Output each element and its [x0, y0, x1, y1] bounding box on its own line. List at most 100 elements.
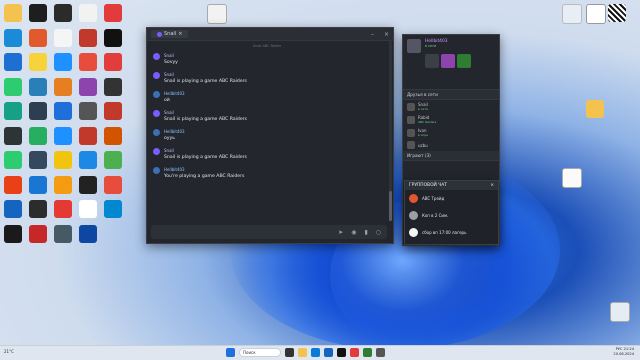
app-icon[interactable] [4, 224, 22, 243]
app-icon[interactable] [54, 200, 72, 218]
friend-row[interactable]: uzbu [403, 139, 499, 151]
system-tray[interactable]: РУС 21:24 20.06.2024 [613, 347, 634, 357]
app-icon[interactable] [54, 224, 72, 243]
clock-date[interactable]: 20.06.2024 [613, 352, 634, 356]
avatar[interactable] [153, 129, 160, 136]
app-icon[interactable] [104, 151, 122, 169]
app-icon[interactable] [79, 224, 97, 243]
message-author[interactable]: Snail [164, 148, 174, 153]
message-item[interactable]: Hellbit403 You're playing a game ABC Raid… [153, 166, 381, 179]
message-author[interactable]: Snail [164, 72, 174, 77]
avatar[interactable] [153, 167, 160, 174]
document-icon[interactable] [207, 4, 227, 24]
weather-widget[interactable]: 21°C [4, 349, 14, 354]
app-icon[interactable] [104, 77, 122, 96]
app-icon[interactable] [4, 53, 22, 71]
avatar[interactable] [153, 110, 160, 117]
message-item[interactable]: Hellbit403 ой [153, 90, 381, 103]
close-icon[interactable]: × [178, 31, 182, 37]
app-icon[interactable] [54, 102, 72, 120]
minimize-icon[interactable]: – [371, 31, 374, 38]
avatar[interactable] [153, 148, 160, 155]
friend-row[interactable]: Rabid ABC Raiders [403, 113, 499, 126]
friend-row[interactable]: Snail в сети [403, 100, 499, 113]
close-icon[interactable]: × [490, 183, 494, 188]
app-icon[interactable] [4, 102, 22, 120]
app-icon[interactable] [54, 4, 72, 22]
app-icon[interactable] [79, 4, 97, 22]
doc-icon[interactable] [54, 28, 72, 47]
app-icon[interactable] [54, 175, 72, 194]
message-author[interactable]: Hellbit403 [164, 167, 185, 172]
app-icon[interactable] [79, 53, 97, 71]
app-icon[interactable] [29, 53, 47, 71]
message-list[interactable]: Snail ABC Rader Snail Sovyy Snail Snail is … [147, 41, 387, 221]
tab-chat[interactable]: Snail × [151, 30, 189, 38]
language-indicator[interactable]: РУС [616, 347, 623, 351]
app-icon[interactable] [4, 200, 22, 218]
steam-icon[interactable] [337, 348, 346, 357]
app-icon[interactable] [4, 28, 22, 47]
edge-icon[interactable] [311, 348, 320, 357]
message-item[interactable]: Snail Snail is playing a game ABC Raiders [153, 109, 381, 122]
message-author[interactable]: Hellbit403 [164, 91, 185, 96]
message-author[interactable]: Hellbit403 [164, 129, 185, 134]
message-item[interactable]: Snail Snail is playing a game ABC Raiders [153, 71, 381, 84]
recycle-bin-icon[interactable] [610, 302, 630, 322]
app-icon[interactable] [29, 4, 47, 22]
send-icon[interactable]: ➤ [338, 229, 343, 236]
app-icon[interactable] [29, 28, 47, 47]
qr-code-icon[interactable] [608, 4, 626, 22]
close-icon[interactable]: × [384, 31, 389, 38]
taskview-icon[interactable] [285, 348, 294, 357]
app-icon[interactable] [104, 28, 122, 47]
app-icon[interactable] [363, 348, 372, 357]
app-icon[interactable] [54, 77, 72, 96]
avatar[interactable] [153, 91, 160, 98]
app-icon[interactable] [79, 175, 97, 194]
app-icon[interactable] [4, 126, 22, 145]
game-tile[interactable] [457, 54, 471, 68]
app-icon[interactable] [4, 151, 22, 169]
app-icon[interactable] [4, 175, 22, 194]
avatar[interactable] [153, 53, 160, 60]
emoji-icon[interactable]: ○ [376, 229, 381, 236]
game-tile[interactable] [441, 54, 455, 68]
app-icon[interactable] [29, 77, 47, 96]
app-icon[interactable] [79, 102, 97, 120]
app-icon[interactable] [104, 4, 122, 22]
qr-code-icon[interactable] [586, 4, 606, 24]
app-icon[interactable] [79, 126, 97, 145]
app-icon[interactable] [79, 200, 97, 218]
app-icon[interactable] [376, 348, 385, 357]
start-icon[interactable] [226, 348, 235, 357]
app-icon[interactable] [54, 151, 72, 169]
message-composer[interactable]: ➤ ◉ ▮ ○ [151, 225, 387, 239]
opera-icon[interactable] [350, 348, 359, 357]
app-icon[interactable] [104, 126, 122, 145]
app-icon[interactable] [4, 77, 22, 96]
section-friends-online[interactable]: Друзья в сети [403, 90, 499, 100]
section-playing[interactable]: Играют (3) [403, 151, 499, 161]
clock-time[interactable]: 21:24 [624, 347, 634, 351]
chat-titlebar[interactable]: Snail × – × [147, 28, 393, 41]
group-chat-item[interactable]: сбор вп 17:00 лагерь [405, 224, 498, 241]
app-icon[interactable] [104, 102, 122, 120]
app-icon[interactable] [29, 175, 47, 194]
explorer-icon[interactable] [298, 348, 307, 357]
message-item[interactable]: Snail Snail is playing a game ABC Raiders [153, 147, 381, 160]
group-chat-popup[interactable]: ГРУППОВОЙ ЧАТ × ABC Трейд Коп в 2 Сим. сбо… [404, 180, 499, 245]
scrollbar-thumb[interactable] [389, 191, 392, 221]
store-icon[interactable] [324, 348, 333, 357]
friend-row[interactable]: Ivan в игре [403, 126, 499, 139]
avatar[interactable] [153, 72, 160, 79]
app-icon[interactable] [29, 126, 47, 145]
chat-window[interactable]: Snail × – × Snail ABC Rader Snail Sovyy Sn… [146, 27, 394, 244]
app-icon[interactable] [54, 53, 72, 71]
app-icon[interactable] [104, 175, 122, 194]
voice-icon[interactable]: ◉ [351, 229, 356, 236]
group-chat-item[interactable]: Коп в 2 Сим. [405, 207, 498, 224]
folder-icon[interactable] [4, 4, 22, 22]
desktop-file-icon[interactable] [562, 4, 582, 24]
message-author[interactable]: Snail [164, 110, 174, 115]
